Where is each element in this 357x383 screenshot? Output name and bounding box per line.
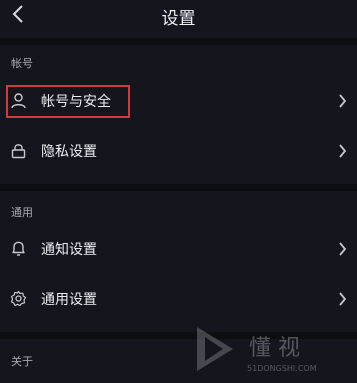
- gear-icon: [10, 290, 27, 307]
- app-header: 设置: [0, 0, 357, 30]
- user-icon: [11, 93, 26, 109]
- section-divider: [0, 38, 357, 45]
- privacy-settings-row[interactable]: 隐私设置: [0, 131, 357, 171]
- section-divider: [0, 184, 357, 191]
- general-settings-label: 通用设置: [41, 292, 97, 308]
- section-header-account: 帐号: [11, 57, 33, 70]
- privacy-settings-label: 隐私设置: [41, 144, 97, 160]
- watermark-logo-text: 懂 视: [249, 336, 300, 361]
- page-title: 设置: [161, 9, 196, 29]
- lock-icon: [11, 144, 26, 159]
- general-settings-row[interactable]: 通用设置: [0, 279, 357, 319]
- chevron-right-icon: [339, 292, 347, 306]
- account-security-row[interactable]: 帐号与安全: [0, 81, 357, 121]
- chevron-right-icon: [339, 144, 347, 158]
- notification-settings-row[interactable]: 通知设置: [0, 229, 357, 269]
- notification-settings-label: 通知设置: [41, 242, 97, 258]
- section-header-general: 通用: [11, 206, 33, 219]
- account-security-label: 帐号与安全: [41, 94, 111, 110]
- watermark-logo: 懂 视 51DONGSHI.COM: [197, 327, 317, 373]
- watermark-url: 51DONGSHI.COM: [247, 364, 317, 373]
- section-header-about: 关于: [11, 355, 33, 368]
- bell-icon: [12, 241, 25, 256]
- chevron-right-icon: [339, 242, 347, 256]
- chevron-right-icon: [339, 94, 347, 108]
